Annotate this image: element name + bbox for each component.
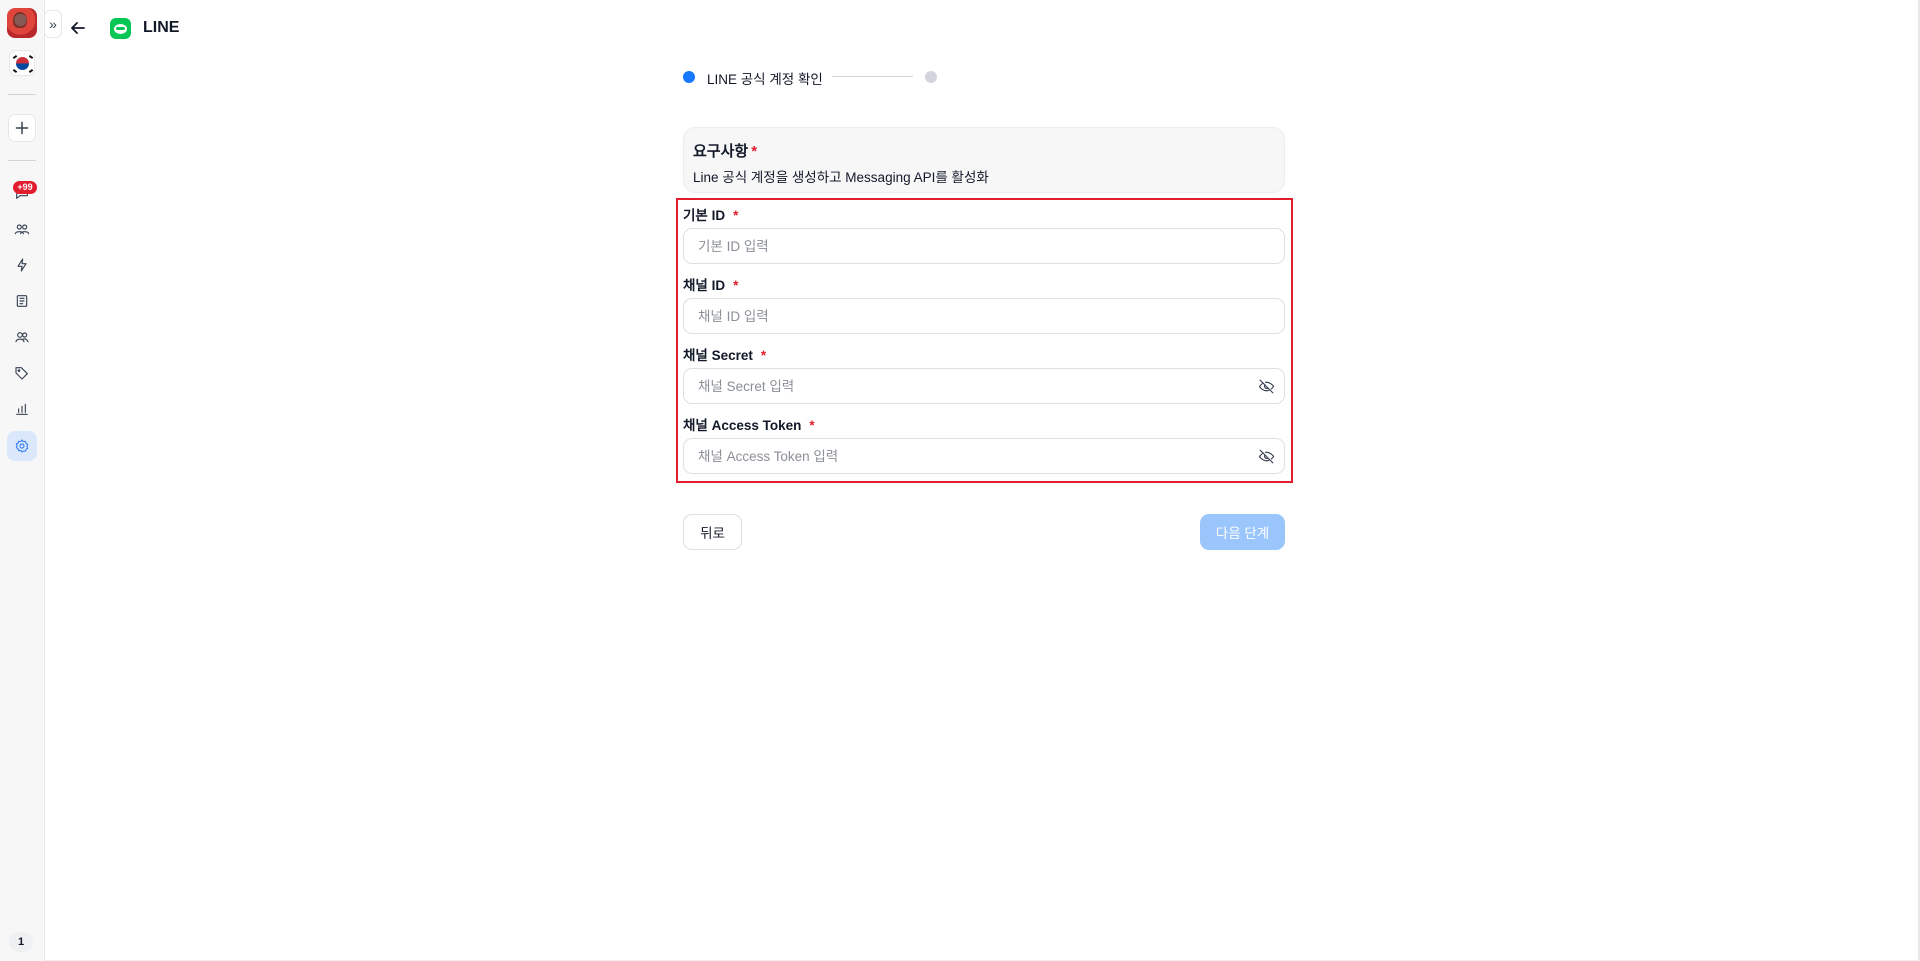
channel-secret-label: 채널 Secret * xyxy=(683,348,767,363)
required-mark: * xyxy=(733,208,739,223)
team-icon[interactable] xyxy=(11,326,33,348)
channel-secret-input[interactable] xyxy=(683,368,1285,404)
page-title: LINE xyxy=(143,19,180,36)
channel-access-token-label: 채널 Access Token * xyxy=(683,418,815,433)
requirements-card: 요구사항 * Line 공식 계정을 생성하고 Messaging API를 활성… xyxy=(683,127,1285,193)
required-mark: * xyxy=(751,143,758,160)
chevron-double-right-icon[interactable]: » xyxy=(44,10,62,38)
page-number[interactable]: 1 xyxy=(9,932,33,952)
basic-id-input[interactable] xyxy=(683,228,1285,264)
eye-off-icon[interactable] xyxy=(1256,376,1276,396)
required-mark: * xyxy=(733,278,739,293)
step-label: LINE 공식 계정 확인 xyxy=(707,72,823,87)
channel-id-label: 채널 ID * xyxy=(683,278,739,293)
line-logo-icon xyxy=(110,18,131,39)
back-arrow-icon[interactable] xyxy=(68,18,88,38)
channel-access-token-input[interactable] xyxy=(683,438,1285,474)
requirements-title: 요구사항 * xyxy=(693,143,758,160)
sidebar: +99 1 xyxy=(0,0,45,961)
sidebar-divider xyxy=(8,94,36,95)
korea-flag-icon[interactable] xyxy=(9,50,35,76)
gear-icon[interactable] xyxy=(7,431,37,461)
back-button[interactable]: 뒤로 xyxy=(683,514,742,550)
step-connector xyxy=(832,76,913,77)
tag-icon[interactable] xyxy=(11,362,33,384)
next-step-button[interactable]: 다음 단계 xyxy=(1200,514,1285,550)
add-button[interactable] xyxy=(8,114,36,142)
step-indicator-inactive xyxy=(925,71,937,83)
channel-id-input[interactable] xyxy=(683,298,1285,334)
required-mark: * xyxy=(760,348,767,363)
chart-icon[interactable] xyxy=(11,398,33,420)
step-indicator-active xyxy=(683,71,695,83)
notification-badge: +99 xyxy=(13,181,37,194)
workspace-avatar[interactable] xyxy=(7,8,37,38)
document-icon[interactable] xyxy=(11,290,33,312)
bolt-icon[interactable] xyxy=(11,254,33,276)
sidebar-divider xyxy=(8,160,36,161)
requirements-description: Line 공식 계정을 생성하고 Messaging API를 활성화 xyxy=(693,170,989,185)
eye-off-icon[interactable] xyxy=(1256,446,1276,466)
required-mark: * xyxy=(809,418,815,433)
basic-id-label: 기본 ID * xyxy=(683,208,739,223)
users-icon[interactable] xyxy=(11,218,33,240)
